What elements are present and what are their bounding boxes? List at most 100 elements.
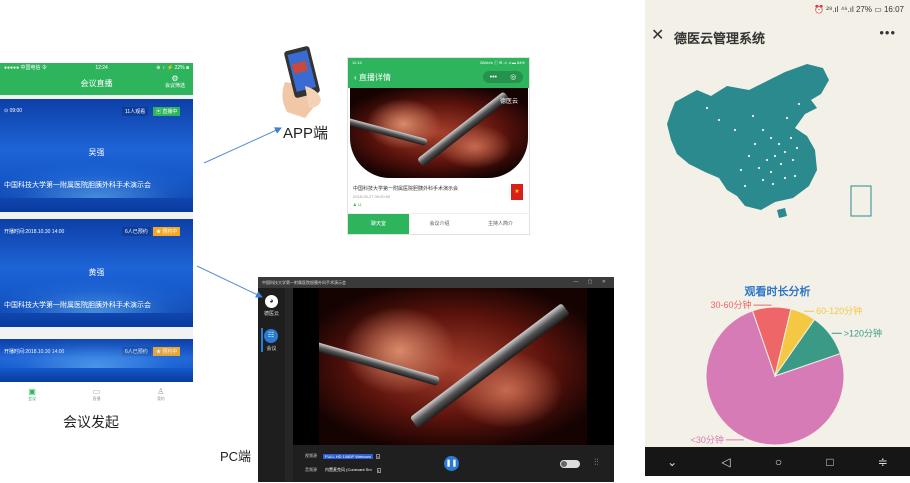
city-dot <box>753 142 757 146</box>
app-label: APP端 <box>283 125 329 142</box>
filter-icon: ⚙ <box>171 74 179 83</box>
system-nav-bar: ⌄ ◁ ○ □ ≑ <box>645 447 910 476</box>
south-sea-inset <box>850 185 872 217</box>
close-icon[interactable]: ✕ <box>651 25 664 45</box>
video-area[interactable] <box>293 288 614 445</box>
instrument <box>416 91 510 167</box>
city-dot <box>771 182 775 186</box>
live-badge: ▣ 直播中 <box>153 107 181 116</box>
meeting-icon[interactable]: ☷ <box>264 329 278 343</box>
city-dot <box>747 154 751 158</box>
city-dot <box>779 162 783 166</box>
user-icon: ♙ <box>157 387 165 396</box>
menu-icon[interactable]: ≑ <box>878 455 888 469</box>
logo-text: 德医云 <box>263 311 279 317</box>
status-time: 12:24 <box>95 64 108 71</box>
control-bar: 视频源 FULL HD 1080P Webcam ▾ 音频源 内置麦克风 (Co… <box>293 445 614 482</box>
meeting-icon: ▣ <box>28 387 36 396</box>
video-source-select[interactable]: FULL HD 1080P Webcam <box>323 453 373 459</box>
chevron-down-icon[interactable]: ▾ <box>376 467 381 473</box>
like-count[interactable]: ♟ 11 <box>353 202 362 207</box>
pc-sidebar: ◕ 德医云 ☷ 会议 <box>258 288 285 482</box>
meeting-filter-label: 会议筛选 <box>164 83 185 89</box>
meeting-card[interactable]: 开播时间:2018.10.30 14:00 6人已预约 ★ 预约中 <box>0 339 193 382</box>
detail-tabs: 聊天室 会议介绍 主持人简介 <box>348 213 529 234</box>
host-name: 吴强 <box>88 148 105 157</box>
tab-host-intro[interactable]: 主持人简介 <box>470 214 529 234</box>
reservation-count: 6人已预约 <box>122 227 151 236</box>
city-dot <box>761 178 765 182</box>
host-name: 黄强 <box>88 268 105 277</box>
reserve-badge: ★ 预约中 <box>153 347 181 356</box>
tab-meeting-intro[interactable]: 会议介绍 <box>409 214 470 234</box>
reservation-count: 6人已预约 <box>122 347 151 356</box>
city-dot <box>769 170 773 174</box>
china-map[interactable] <box>645 60 910 230</box>
audio-source-select[interactable]: 内置麦克风 (Conexant Sm <box>323 467 374 473</box>
arrow-to-pc <box>196 265 263 298</box>
instrument <box>319 340 441 387</box>
surgery-video <box>319 288 587 445</box>
bottom-tab-bar: ▣ 会议 ▭ 直播 ♙ 我的 <box>0 382 193 406</box>
city-dot <box>739 168 743 172</box>
title-bar: ‹ 直播详情 ••• ◎ <box>348 67 529 88</box>
meeting-card[interactable]: ⊙ 09:00 11人观看 ▣ 直播中 吴强 中国科技大学第一附属医院胆胰外科手… <box>0 99 193 212</box>
pie-label: >120分钟 <box>844 327 882 338</box>
back-icon[interactable]: ◁ <box>721 455 730 469</box>
page-title: 会议直播 <box>80 79 113 88</box>
pc-client-window: 中国科技大学第一附属医院胆胰外科手术演示会 — ▢ ✕ ◕ 德医云 ☷ 会议 视… <box>258 277 614 482</box>
recent-apps-icon[interactable]: □ <box>826 455 833 469</box>
tab-meeting[interactable]: ▣ 会议 <box>12 387 52 401</box>
tab-mine[interactable]: ♙ 我的 <box>141 387 181 401</box>
chevron-down-icon[interactable]: ⌄ <box>667 455 677 469</box>
city-dot <box>757 166 761 170</box>
tab-live[interactable]: ▭ 直播 <box>76 387 116 401</box>
app-bar: ✕ 德医云管理系统 ••• <box>645 19 910 53</box>
watch-duration-pie: <30分钟 30-60分钟 60-120分钟 >120分钟 <box>691 300 882 446</box>
meeting-caption: 中国科技大学第一附属医院胆胰外科手术演示会 <box>353 186 459 192</box>
meeting-launch-label: 会议发起 <box>63 414 119 430</box>
window-buttons[interactable]: — ▢ ✕ <box>573 279 610 285</box>
more-icon[interactable]: ••• <box>490 74 497 81</box>
title-bar: 会议直播 ⚙ 会议筛选 <box>0 72 193 95</box>
chevron-down-icon[interactable]: ▾ <box>375 453 380 459</box>
city-dot <box>743 184 747 188</box>
city-dot <box>769 136 773 140</box>
status-carrier: ●●●●● 中国电信 令 <box>4 65 47 71</box>
instrument <box>409 303 570 429</box>
tab-label: 会议 <box>28 396 37 401</box>
pie-label: 30-60分钟 <box>711 300 752 310</box>
equalizer-icon[interactable]: ⫶⫶ <box>594 457 599 468</box>
viewer-count: 11人观看 <box>122 107 149 116</box>
city-dot <box>791 158 795 162</box>
city-dot <box>705 106 709 110</box>
more-icon[interactable]: ••• <box>879 25 896 40</box>
camera-toggle[interactable] <box>560 460 580 468</box>
city-dot <box>795 146 799 150</box>
management-phone: ⏰ ²⁸.ıl ⁴⁶.ıl 27% ▭ 16:07 ✕ 德医云管理系统 ••• … <box>645 0 910 476</box>
meeting-filter-button[interactable]: ⚙ 会议筛选 <box>165 74 185 90</box>
tab-label: 我的 <box>156 396 165 401</box>
home-icon[interactable]: ○ <box>775 455 782 469</box>
page-title[interactable]: ‹ 直播详情 <box>354 72 391 83</box>
live-video[interactable]: 德医云 <box>350 88 528 178</box>
meeting-card[interactable]: 开播时间:2018.10.30 14:00 6人已预约 ★ 预约中 黄强 中国科… <box>0 219 193 327</box>
instrument <box>350 116 428 147</box>
city-dot <box>783 150 787 154</box>
meeting-list-phone: ●●●●● 中国电信 令 12:24 ⊕ ♀ ⚡ 22% ■ 会议直播 ⚙ 会议… <box>0 63 193 406</box>
sidebar-item-meeting[interactable]: 会议 <box>258 345 285 352</box>
audio-source-row: 音频源 内置麦克风 (Conexant Sm ▾ <box>305 467 381 473</box>
mini-program-capsule: ••• ◎ <box>483 71 523 83</box>
city-dot <box>765 158 769 162</box>
tab-chatroom[interactable]: 聊天室 <box>348 214 409 234</box>
map-land <box>667 64 829 210</box>
city-dot <box>793 174 797 178</box>
audio-source-label: 音频源 <box>305 467 317 472</box>
flag-icon: ★ <box>511 184 523 200</box>
tab-label: 直播 <box>92 396 101 401</box>
pause-button[interactable]: ❚❚ <box>444 456 459 471</box>
city-dot <box>717 118 721 122</box>
target-icon[interactable]: ◎ <box>510 73 516 81</box>
meeting-title: 中国科技大学第一附属医院胆胰外科手术演示会 <box>4 302 151 309</box>
city-dot <box>733 128 737 132</box>
